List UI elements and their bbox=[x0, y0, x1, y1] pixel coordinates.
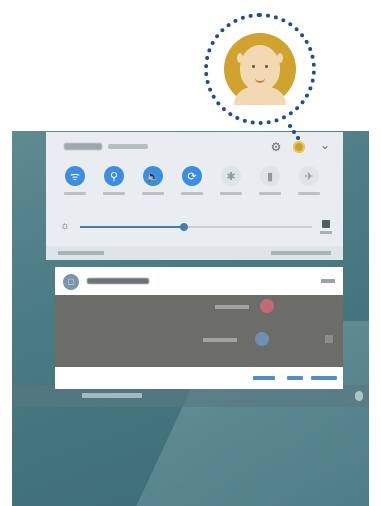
toggle-airplane[interactable]: ✈ bbox=[296, 166, 322, 195]
notification-preview-image[interactable] bbox=[55, 295, 343, 367]
callout-connector-dot bbox=[292, 130, 296, 134]
action-button-3[interactable] bbox=[311, 376, 337, 380]
toggle-label bbox=[103, 192, 125, 195]
airplane-icon[interactable]: ✈ bbox=[299, 166, 319, 186]
toggle-label bbox=[259, 192, 281, 195]
notification-card[interactable]: ▢ bbox=[55, 267, 343, 389]
preview-edit-icon bbox=[325, 335, 333, 343]
toggle-label bbox=[142, 192, 164, 195]
toggle-label bbox=[298, 192, 320, 195]
avatar-eye-right bbox=[265, 65, 268, 68]
screenshot-app-icon: ▢ bbox=[63, 274, 79, 290]
wifi-icon[interactable]: ᯤ bbox=[65, 166, 85, 186]
profile-callout bbox=[204, 13, 316, 125]
notification-time bbox=[321, 279, 335, 283]
avatar-face bbox=[240, 45, 280, 91]
preview-text-1 bbox=[215, 305, 249, 309]
settings-icon[interactable]: ⚙ bbox=[269, 140, 283, 154]
toggle-sound[interactable]: 🔈 bbox=[140, 166, 166, 195]
avatar-eye-left bbox=[252, 65, 255, 68]
location-icon[interactable]: ⚲ bbox=[104, 166, 124, 186]
preview-avatar-2 bbox=[255, 332, 269, 346]
toggle-label bbox=[64, 192, 86, 195]
toggle-bluetooth[interactable]: ✱ bbox=[218, 166, 244, 195]
sound-icon[interactable]: 🔈 bbox=[143, 166, 163, 186]
brightness-control: ☼ bbox=[60, 220, 336, 234]
toggle-power-saving[interactable]: ▮ bbox=[257, 166, 283, 195]
brightness-icon: ☼ bbox=[60, 220, 71, 232]
avatar bbox=[224, 33, 296, 105]
microphone-icon[interactable] bbox=[355, 391, 363, 401]
chevron-down-icon[interactable]: ⌄ bbox=[318, 138, 332, 152]
toggle-location[interactable]: ⚲ bbox=[101, 166, 127, 195]
toggle-label bbox=[181, 192, 203, 195]
action-button-2[interactable] bbox=[287, 376, 303, 380]
avatar-mouth bbox=[255, 76, 265, 83]
rotate-icon[interactable]: ⟳ bbox=[182, 166, 202, 186]
preview-avatar-1 bbox=[260, 299, 274, 313]
brightness-slider-thumb[interactable] bbox=[180, 223, 189, 231]
toggle-wifi[interactable]: ᯤ bbox=[62, 166, 88, 195]
callout-connector-dot bbox=[296, 136, 300, 140]
bluetooth-icon[interactable]: ✱ bbox=[221, 166, 241, 186]
status-row: ⚙ ⌄ bbox=[56, 138, 335, 156]
battery-icon[interactable]: ▮ bbox=[260, 166, 280, 186]
quick-panel: ⚙ ⌄ ᯤ ⚲ 🔈 ⟳ ✱ ▮ ✈ ☼ bbox=[46, 132, 343, 260]
brightness-slider[interactable] bbox=[80, 223, 312, 231]
preview-text-2 bbox=[203, 338, 237, 342]
status-time bbox=[64, 143, 102, 150]
search-bar-label bbox=[82, 393, 142, 398]
status-date bbox=[108, 144, 148, 149]
footer-left-link[interactable] bbox=[58, 251, 104, 255]
footer-right-link[interactable] bbox=[271, 251, 331, 255]
quick-setting-toggles: ᯤ ⚲ 🔈 ⟳ ✱ ▮ ✈ bbox=[62, 166, 332, 206]
panel-footer bbox=[46, 246, 343, 260]
auto-brightness-label bbox=[320, 231, 332, 234]
toggle-auto-rotate[interactable]: ⟳ bbox=[179, 166, 205, 195]
profile-icon[interactable] bbox=[293, 141, 305, 153]
callout-connector-dot bbox=[288, 124, 292, 128]
notification-title bbox=[87, 278, 149, 284]
notification-header: ▢ bbox=[55, 267, 343, 295]
brightness-slider-fill bbox=[80, 226, 185, 228]
auto-brightness-checkbox[interactable] bbox=[322, 220, 330, 228]
notification-actions bbox=[55, 367, 343, 389]
toggle-label bbox=[220, 192, 242, 195]
action-button-1[interactable] bbox=[253, 376, 275, 380]
